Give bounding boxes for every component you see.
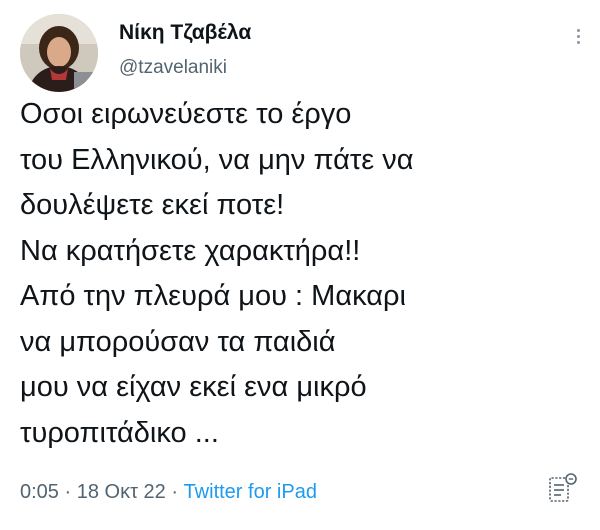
meta-separator: · xyxy=(58,481,77,503)
tweet-text-line: Να κρατήσετε χαρακτήρα!! xyxy=(20,234,361,267)
tweet-card: Νίκη Τζαβέλα @tzavelaniki Οσοι ειρωνεύεσ… xyxy=(0,0,600,530)
author-display-name[interactable]: Νίκη Τζαβέλα xyxy=(119,20,251,46)
tweet-text-line: Από την πλευρά μου : Μακαρι xyxy=(20,280,406,312)
tweet-text: Οσοι ειρωνεύεστε το έργο του Ελληνικού, … xyxy=(20,92,580,456)
author-handle[interactable]: @tzavelaniki xyxy=(119,55,251,81)
tweet-text-line: του Ελληνικού, να μην πάτε να xyxy=(20,143,414,176)
tweet-date[interactable]: 18 Οκτ 22 xyxy=(77,481,166,503)
more-vertical-icon[interactable] xyxy=(571,26,585,56)
avatar-photo xyxy=(20,14,98,92)
tweet-time[interactable]: 0:05 xyxy=(20,481,59,503)
tweet-text-line: να μπορούσαν τα παιδιά xyxy=(20,325,336,358)
tweet-header: Νίκη Τζαβέλα @tzavelaniki xyxy=(20,10,585,92)
tweet-text-line: δουλέψετε εκεί ποτε! xyxy=(20,189,285,221)
tweet-meta: 0:05 · 18 Οκτ 22 · Twitter for iPad xyxy=(20,479,317,505)
meta-separator: · xyxy=(165,481,184,503)
tweet-text-line: τυροπιτάδικο ... xyxy=(20,416,219,449)
tweet-text-line: Οσοι ειρωνεύεστε το έργο xyxy=(20,98,352,130)
tweet-source-link[interactable]: Twitter for iPad xyxy=(184,481,317,503)
author-info: Νίκη Τζαβέλα @tzavelaniki xyxy=(119,20,251,81)
avatar[interactable] xyxy=(20,14,98,92)
tweet-text-line: μου να είχαν εκεί ενα μικρό xyxy=(20,371,367,403)
analytics-icon[interactable] xyxy=(547,471,579,505)
